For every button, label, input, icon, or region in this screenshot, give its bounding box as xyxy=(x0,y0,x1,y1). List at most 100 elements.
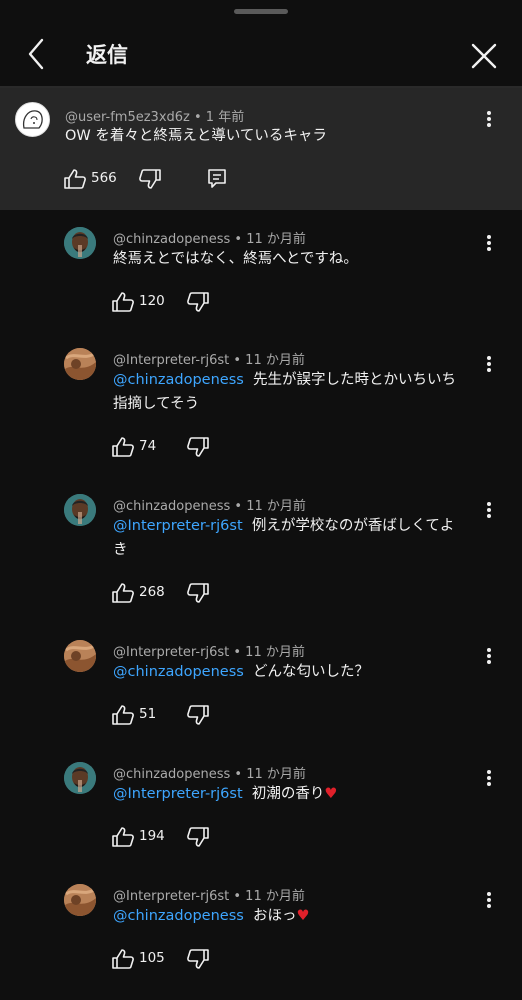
like-count: 566 xyxy=(91,170,117,186)
more-button[interactable] xyxy=(479,768,499,790)
comment-time: 11 か月前 xyxy=(246,232,306,247)
mention-link[interactable]: @chinzadopeness xyxy=(113,372,244,388)
comment-text: OW を着々と終焉えと導いているキャラ xyxy=(65,128,327,144)
mention-link[interactable]: @chinzadopeness xyxy=(113,908,244,924)
default-avatar-icon xyxy=(22,110,43,129)
comment-body: 先生が誤字した時とかいちいち xyxy=(253,372,457,388)
thumb-down-icon xyxy=(187,292,209,312)
thumb-down-icon xyxy=(187,583,209,603)
comment-author[interactable]: @Interpreter-rj6st xyxy=(113,889,229,904)
comment-text: @chinzadopeness 先生が誤字した時とかいちいち 指摘してそう xyxy=(113,368,483,416)
mention-link[interactable]: @Interpreter-rj6st xyxy=(113,786,243,802)
comment-body: おほっ♥ xyxy=(253,908,310,924)
dislike-button[interactable] xyxy=(186,436,210,458)
comment-author[interactable]: @chinzadopeness xyxy=(113,767,230,782)
thumb-down-icon xyxy=(139,169,161,189)
drag-handle[interactable] xyxy=(234,9,288,14)
like-button[interactable] xyxy=(111,826,135,848)
avatar-image xyxy=(64,348,96,380)
more-button[interactable] xyxy=(479,109,499,131)
dislike-button[interactable] xyxy=(186,582,210,604)
avatar[interactable] xyxy=(64,884,96,916)
comment-author[interactable]: @Interpreter-rj6st xyxy=(113,645,229,660)
comment-meta: @Interpreter-rj6st • 11 か月前 xyxy=(113,889,305,904)
reply-comment: @Interpreter-rj6st • 11 か月前 @chinzadopene… xyxy=(0,884,522,974)
like-count: 105 xyxy=(139,950,165,966)
avatar[interactable] xyxy=(64,348,96,380)
dislike-button[interactable] xyxy=(186,704,210,726)
comment-text: @chinzadopeness おほっ♥ xyxy=(113,904,483,928)
mention-link[interactable]: @chinzadopeness xyxy=(113,664,244,680)
comment-author[interactable]: @chinzadopeness xyxy=(113,232,230,247)
like-button[interactable] xyxy=(111,704,135,726)
parent-comment: @user-fm5ez3xd6z • 1 年前 OW を着々と終焉えと導いている… xyxy=(0,88,522,210)
reply-comment: @chinzadopeness • 11 か月前 @Interpreter-rj6… xyxy=(0,762,522,852)
close-button[interactable] xyxy=(468,40,500,72)
comment-time: 11 か月前 xyxy=(246,499,306,514)
thumb-up-icon xyxy=(112,949,134,969)
reply-comment: @chinzadopeness • 11 か月前 終焉えとではなく、終焉へとですね… xyxy=(0,227,522,317)
dislike-button[interactable] xyxy=(186,948,210,970)
comment-time: 11 か月前 xyxy=(245,353,305,368)
mention-link[interactable]: @Interpreter-rj6st xyxy=(113,518,243,534)
avatar[interactable] xyxy=(64,227,96,259)
thumb-down-icon xyxy=(187,949,209,969)
like-button[interactable] xyxy=(111,582,135,604)
reply-icon xyxy=(208,169,226,188)
thumb-up-icon xyxy=(112,705,134,725)
like-button[interactable] xyxy=(63,168,87,190)
comment-time: 11 か月前 xyxy=(245,889,305,904)
comment-text: @Interpreter-rj6st 例えが学校なのが香ばしくてよき xyxy=(113,514,483,562)
avatar-image xyxy=(64,227,96,259)
comment-author[interactable]: @user-fm5ez3xd6z xyxy=(65,110,190,125)
comment-author[interactable]: @Interpreter-rj6st xyxy=(113,353,229,368)
like-count: 120 xyxy=(139,293,165,309)
like-button[interactable] xyxy=(111,291,135,313)
comment-meta: @Interpreter-rj6st • 11 か月前 xyxy=(113,645,305,660)
like-button[interactable] xyxy=(111,436,135,458)
avatar[interactable] xyxy=(64,762,96,794)
more-button[interactable] xyxy=(479,646,499,668)
reply-comment: @chinzadopeness • 11 か月前 @Interpreter-rj6… xyxy=(0,494,522,608)
thumb-up-icon xyxy=(112,292,134,312)
avatar[interactable] xyxy=(64,494,96,526)
more-button[interactable] xyxy=(479,500,499,522)
more-button[interactable] xyxy=(479,233,499,255)
heart-icon: ♥ xyxy=(296,908,310,924)
like-button[interactable] xyxy=(111,948,135,970)
thumb-down-icon xyxy=(187,437,209,457)
comment-time: 11 か月前 xyxy=(246,767,306,782)
dislike-button[interactable] xyxy=(138,168,162,190)
avatar-image xyxy=(64,762,96,794)
thumb-up-icon xyxy=(112,827,134,847)
dislike-button[interactable] xyxy=(186,826,210,848)
comment-body: 終焉えとではなく、終焉へとですね。 xyxy=(113,251,358,267)
comment-body-cont: き xyxy=(113,542,128,558)
comment-meta: @chinzadopeness • 11 か月前 xyxy=(113,499,306,514)
more-button[interactable] xyxy=(479,354,499,376)
back-arrow-icon xyxy=(28,38,44,70)
avatar[interactable] xyxy=(64,640,96,672)
avatar-image xyxy=(64,640,96,672)
comment-author[interactable]: @chinzadopeness xyxy=(113,499,230,514)
dislike-button[interactable] xyxy=(186,291,210,313)
more-button[interactable] xyxy=(479,890,499,912)
comment-meta: @Interpreter-rj6st • 11 か月前 xyxy=(113,353,305,368)
like-count: 268 xyxy=(139,584,165,600)
comment-time: 1 年前 xyxy=(205,110,245,125)
comment-text: @Interpreter-rj6st 初潮の香り♥ xyxy=(113,782,483,806)
like-count: 74 xyxy=(139,438,157,454)
comment-meta: @user-fm5ez3xd6z • 1 年前 xyxy=(65,110,245,125)
reply-button[interactable] xyxy=(207,168,227,190)
avatar-image xyxy=(64,494,96,526)
avatar[interactable] xyxy=(15,102,50,137)
thumb-down-icon xyxy=(187,705,209,725)
comment-time: 11 か月前 xyxy=(245,645,305,660)
back-button[interactable] xyxy=(24,37,52,71)
close-icon xyxy=(471,43,497,69)
comment-body: どんな匂いした？ xyxy=(253,664,370,680)
comment-body: 初潮の香り♥ xyxy=(251,786,338,802)
comment-text: 終焉えとではなく、終焉へとですね。 xyxy=(113,247,483,271)
thumb-up-icon xyxy=(112,583,134,603)
thumb-up-icon xyxy=(64,169,86,189)
